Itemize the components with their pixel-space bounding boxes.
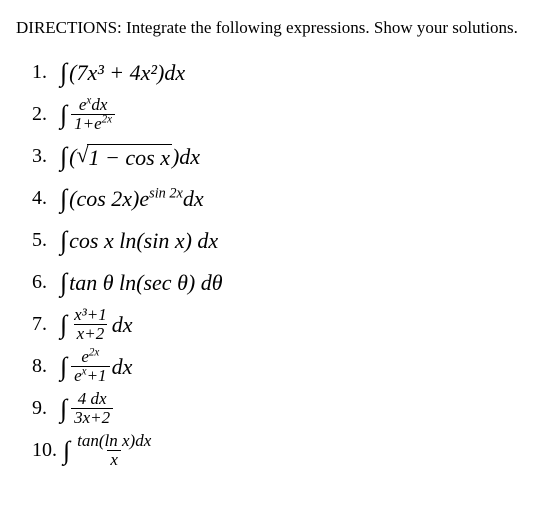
item-expression: ∫tan(ln x)dxx <box>63 432 156 469</box>
integral-icon: ∫ <box>60 394 67 424</box>
item-expression: ∫(cos 2x)esin 2xdx <box>60 184 204 214</box>
list-item: 1. ∫(7x³ + 4x²)dx <box>32 54 532 92</box>
item-number: 5. <box>32 229 54 252</box>
item-expression: ∫tan θ ln(sec θ) dθ <box>60 268 223 298</box>
item-number: 2. <box>32 103 54 126</box>
item-number: 9. <box>32 397 54 420</box>
list-item: 5. ∫cos x ln(sin x) dx <box>32 222 532 260</box>
integral-icon: ∫ <box>60 352 67 382</box>
item-number: 1. <box>32 61 54 84</box>
item-expression: ∫x³+1x+2 dx <box>60 306 133 343</box>
integral-icon: ∫ <box>63 436 70 466</box>
integral-icon: ∫ <box>60 268 67 298</box>
integral-icon: ∫ <box>60 184 67 214</box>
list-item: 4. ∫(cos 2x)esin 2xdx <box>32 180 532 218</box>
item-expression: ∫4 dx3x+2 <box>60 390 115 427</box>
item-number: 10. <box>32 439 57 462</box>
item-expression: ∫cos x ln(sin x) dx <box>60 226 218 256</box>
list-item: 2. ∫exdx1+e2x <box>32 96 532 134</box>
integral-icon: ∫ <box>60 310 67 340</box>
list-item: 8. ∫e2xex+1 dx <box>32 348 532 386</box>
item-number: 3. <box>32 145 54 168</box>
integral-icon: ∫ <box>60 58 67 88</box>
integral-icon: ∫ <box>60 226 67 256</box>
item-expression: ∫e2xex+1 dx <box>60 348 132 385</box>
item-number: 4. <box>32 187 54 210</box>
item-number: 8. <box>32 355 54 378</box>
list-item: 9. ∫4 dx3x+2 <box>32 390 532 428</box>
item-number: 7. <box>32 313 54 336</box>
list-item: 6. ∫tan θ ln(sec θ) dθ <box>32 264 532 302</box>
list-item: 3. ∫(√1 − cos x)dx <box>32 138 532 176</box>
problems-list: 1. ∫(7x³ + 4x²)dx 2. ∫exdx1+e2x 3. ∫(√1 − cos… <box>16 54 532 470</box>
list-item: 7. ∫x³+1x+2 dx <box>32 306 532 344</box>
item-expression: ∫(7x³ + 4x²)dx <box>60 58 185 88</box>
item-expression: ∫(√1 − cos x)dx <box>60 142 200 172</box>
integral-icon: ∫ <box>60 142 67 172</box>
item-number: 6. <box>32 271 54 294</box>
item-expression: ∫exdx1+e2x <box>60 96 117 133</box>
list-item: 10. ∫tan(ln x)dxx <box>32 432 532 470</box>
integral-icon: ∫ <box>60 100 67 130</box>
directions-text: DIRECTIONS: Integrate the following expr… <box>16 16 532 40</box>
